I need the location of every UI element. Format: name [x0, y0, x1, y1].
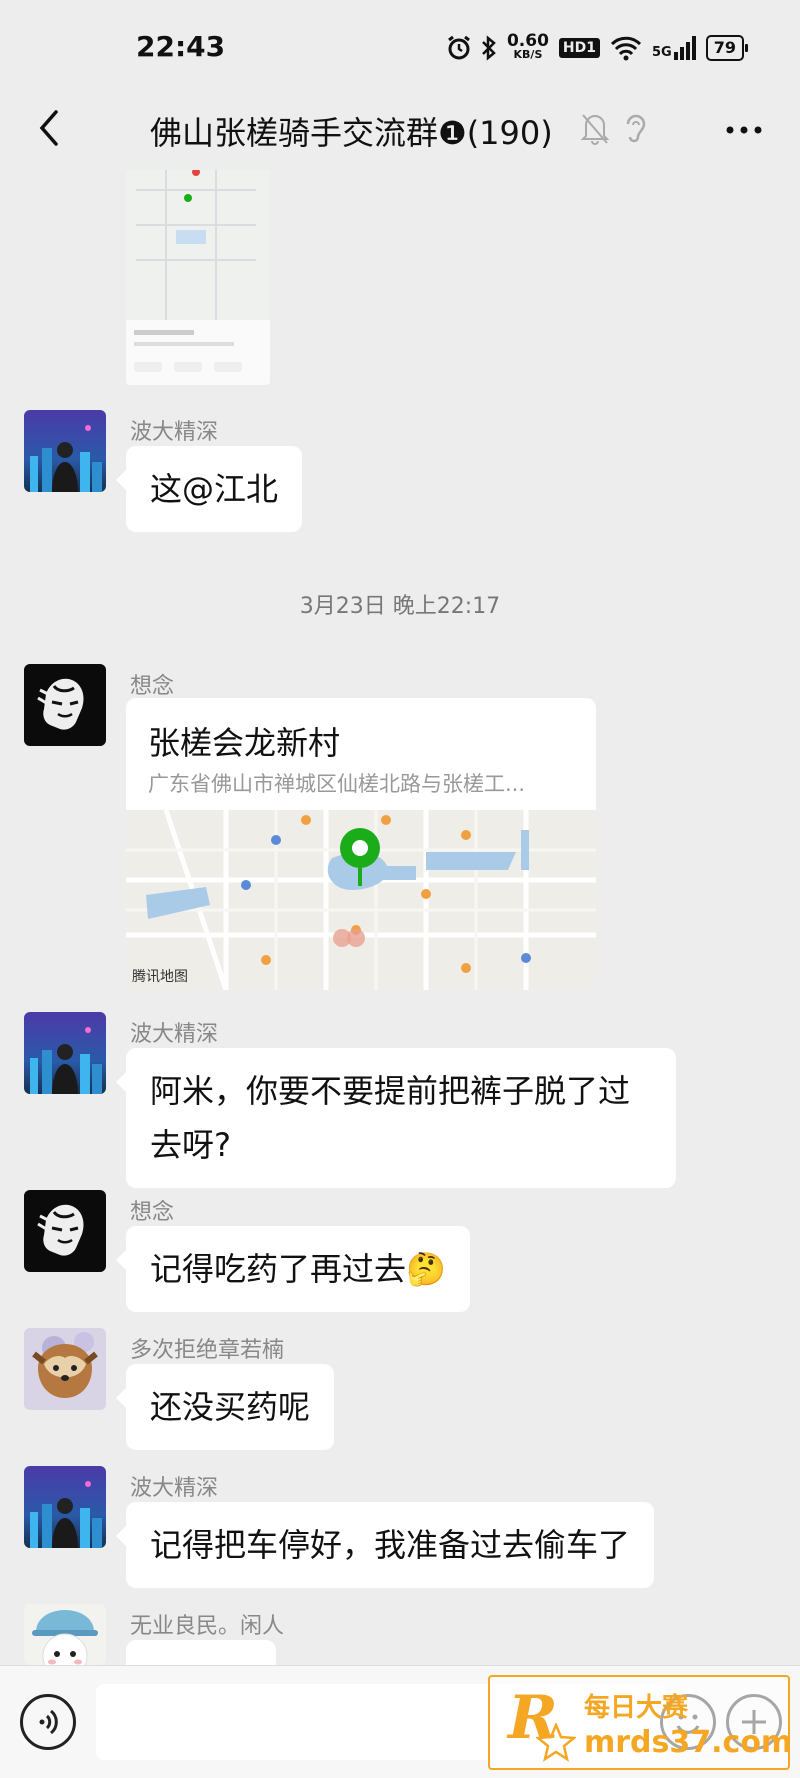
ear-icon: [626, 114, 646, 143]
voice-icon: [39, 1709, 58, 1735]
network-label: 5G: [652, 45, 672, 60]
message-bubble[interactable]: 记得把车停好，我准备过去偷车了: [115, 1502, 655, 1588]
message-bubble[interactable]: 还没买药呢: [115, 1364, 335, 1450]
message-line: 阿米，你要不要提前把裤子脱了过: [150, 1072, 631, 1110]
avatar[interactable]: [24, 664, 106, 746]
mute-icon: [580, 114, 610, 145]
signal-icon: 5G: [652, 36, 696, 60]
status-bar: 22:43 0.60 KB/S HD1 5G 79: [0, 0, 800, 90]
sender-name: 波大精深: [130, 1022, 219, 1047]
timestamp: 3月23日 晚上22:17: [299, 594, 501, 619]
voice-button[interactable]: [20, 1694, 76, 1750]
hd-badge: HD1: [558, 38, 601, 58]
star-icon: [536, 1723, 576, 1762]
shared-image[interactable]: [126, 170, 270, 385]
map-screenshot: [126, 170, 270, 385]
location-title: 张槎会龙新村: [148, 724, 341, 762]
battery-indicator: 79: [705, 35, 749, 61]
chat-title: 佛山张槎骑手交流群❶(190): [150, 114, 553, 152]
watermark: R 每日大赛 mrds37.com: [488, 1675, 793, 1770]
avatar[interactable]: [24, 1604, 106, 1665]
chat-area: 波大精深 这@江北 3月23日 晚上22:17 想念 张槎会龙新村 广东省佛山市…: [0, 170, 800, 1665]
avatar[interactable]: [24, 1466, 106, 1548]
chat-header: 佛山张槎骑手交流群❶(190): [0, 90, 800, 170]
watermark-url: mrds37.com: [584, 1725, 793, 1760]
map-provider-label: 腾讯地图: [132, 969, 188, 985]
status-icons: 0.60 KB/S HD1 5G 79: [447, 31, 749, 62]
avatar[interactable]: [24, 1328, 106, 1410]
location-map: 腾讯地图: [126, 809, 596, 990]
location-card[interactable]: 张槎会龙新村 广东省佛山市禅城区仙槎北路与张槎工... 腾讯地图: [126, 698, 596, 990]
message-bubble[interactable]: [116, 1640, 276, 1665]
message-bubble[interactable]: 记得吃药了再过去🤔: [116, 1226, 470, 1312]
more-button[interactable]: [720, 110, 768, 150]
message-bubble[interactable]: 这@江北: [115, 446, 303, 532]
status-time: 22:43: [136, 30, 226, 63]
bluetooth-icon: [482, 35, 496, 61]
avatar[interactable]: [24, 410, 106, 492]
map-image: [126, 809, 596, 990]
message-line: 去呀?: [150, 1126, 231, 1164]
sender-name: 想念: [130, 674, 175, 699]
back-button[interactable]: [28, 102, 72, 154]
location-address: 广东省佛山市禅城区仙槎北路与张槎工...: [148, 772, 526, 796]
net-speed: 0.60 KB/S: [506, 31, 549, 62]
sender-name: 多次拒绝章若楠: [130, 1338, 285, 1363]
sender-name: 波大精深: [130, 1476, 219, 1501]
avatar[interactable]: [24, 1012, 106, 1094]
watermark-text: 每日大赛: [584, 1693, 689, 1723]
sender-name: 波大精深: [130, 420, 219, 445]
back-icon: [39, 110, 58, 146]
sender-name: 无业良民。闲人: [130, 1614, 285, 1639]
message-bubble[interactable]: 阿米，你要不要提前把裤子脱了过 去呀?: [116, 1048, 676, 1188]
alarm-icon: [448, 35, 470, 60]
wifi-icon: [610, 36, 642, 61]
avatar[interactable]: [24, 1190, 106, 1272]
sender-name: 想念: [130, 1200, 175, 1225]
